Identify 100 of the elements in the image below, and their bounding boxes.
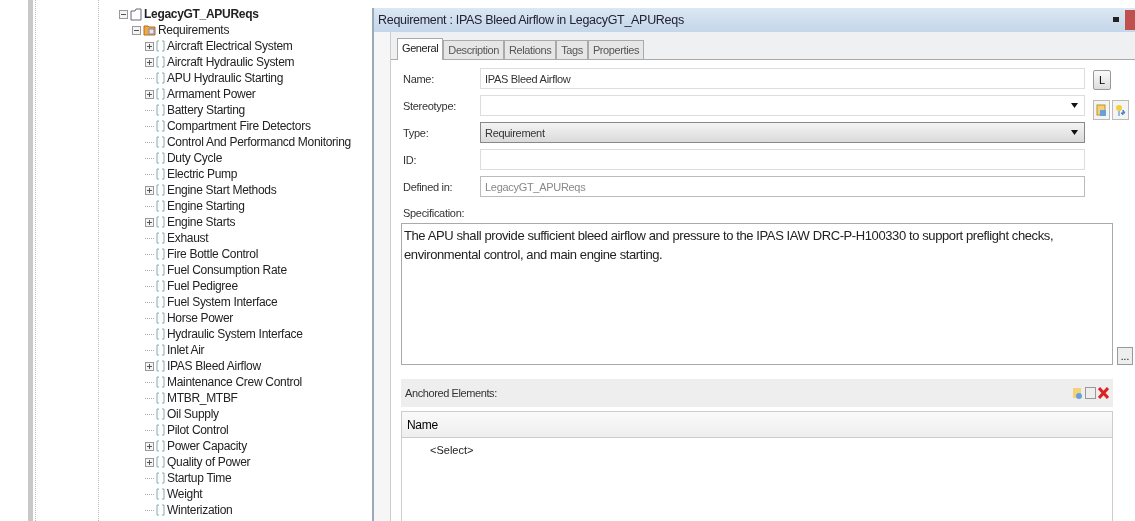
tree-item[interactable]: Duty Cycle [167,151,222,165]
tree-item[interactable]: Exhaust [167,231,209,245]
tree-item[interactable]: Control And Performancd Monitoring [167,135,351,149]
l-button[interactable]: L [1093,70,1111,90]
tree-item[interactable]: Winterization [167,503,233,517]
tree-item[interactable]: Power Capacity [167,439,247,453]
requirement-icon [156,376,165,388]
key-icon[interactable] [1112,100,1129,120]
tree-item[interactable]: Maintenance Crew Control [167,375,302,389]
section-title: Anchored Elements: [405,387,497,399]
tree-item[interactable]: APU Hydraulic Starting [167,71,284,85]
tree-item[interactable]: Requirements [158,23,230,37]
requirement-icon [156,136,165,148]
requirement-icon [156,280,165,292]
table-cell[interactable]: <Select> [402,438,1112,456]
column-header[interactable]: Name [402,412,1112,438]
requirement-icon [156,200,165,212]
tree-item[interactable]: LegacyGT_APUReqs [144,7,259,21]
tree-item[interactable]: Fuel Pedigree [167,279,238,293]
requirement-icon [156,248,165,260]
tree-item[interactable]: Horse Power [167,311,234,325]
tree-item[interactable]: IPAS Bleed Airflow [167,359,261,373]
expand-toggle[interactable] [145,217,154,227]
package-icon [130,7,142,21]
expand-toggle[interactable] [145,57,154,67]
field-label: Type: [403,126,430,139]
requirement-icon [156,472,165,484]
tab[interactable]: Description [443,40,504,59]
requirement-icon [156,232,165,244]
requirement-icon [156,264,165,276]
expand-toggle[interactable] [145,441,154,451]
requirement-icon [156,440,165,452]
more-button[interactable]: ... [1117,347,1133,365]
delete-icon[interactable] [1098,387,1109,399]
panel-title: Requirement : IPAS Bleed Airflow in LegacyGT_APUReqs [378,13,684,27]
text-field[interactable] [480,149,1085,170]
requirement-icon [156,504,165,516]
tab[interactable]: Tags [556,40,588,59]
specification-label: Specification: [402,206,466,221]
requirement-icon [156,72,165,84]
caret-icon [1071,130,1078,135]
collapse-toggle[interactable] [119,9,128,19]
tree-item[interactable]: Engine Starts [167,215,236,229]
tree-item[interactable]: Quality of Power [167,455,251,469]
requirement-icon [156,104,165,116]
tree-item[interactable]: Inlet Air [167,343,205,357]
field-label: ID: [403,153,418,166]
tree-item[interactable]: Engine Starting [167,199,245,213]
requirement-icon [156,424,165,436]
requirement-icon [156,152,165,164]
tree-item[interactable]: Fuel System Interface [167,295,278,309]
requirement-icon [156,56,165,68]
tree-item[interactable]: Startup Time [167,471,232,485]
requirement-icon [156,360,165,372]
tree-item[interactable]: Pilot Control [167,423,229,437]
field-label: Defined in: [403,180,454,193]
tree-item[interactable]: MTBR_MTBF [167,391,238,405]
expand-toggle[interactable] [145,89,154,99]
specification-text-area[interactable]: The APU shall provide sufficient bleed airflow and pressure to the IPAS IAW DRC-P-H100330 to support preflight checks, environmental control, and main engine starting. [401,223,1113,365]
tree-item[interactable]: Weight [167,487,203,501]
requirement-icon [156,168,165,180]
tab[interactable]: General [397,38,444,60]
tree-item[interactable]: Battery Starting [167,103,245,117]
tree-item[interactable]: Fuel Consumption Rate [167,263,287,277]
tree-item[interactable]: Fire Bottle Control [167,247,258,261]
text-field[interactable]: IPAS Bleed Airflow [480,68,1085,89]
folder-icon [143,24,156,36]
dropdown-field[interactable]: Requirement [480,122,1085,143]
collapse-toggle[interactable] [132,25,141,35]
tab[interactable]: Relations [503,40,557,59]
requirement-icon [156,88,165,100]
requirement-icon [156,344,165,356]
expand-toggle[interactable] [145,41,154,51]
expand-toggle[interactable] [145,361,154,371]
field-label: Stereotype: [403,99,457,112]
requirement-icon [156,216,165,228]
pin-icon[interactable] [1113,17,1119,23]
expand-toggle[interactable] [145,185,154,195]
requirement-icon [156,456,165,468]
requirement-icon [156,40,165,52]
tab[interactable]: Properties [587,40,644,59]
tree-item[interactable]: Oil Supply [167,407,219,421]
tree-item[interactable]: Aircraft Hydraulic System [167,55,295,69]
tree-item[interactable]: Electric Pump [167,167,238,181]
tree-item[interactable]: Compartment Fire Detectors [167,119,311,133]
requirement-icon [156,328,165,340]
tree-item[interactable]: Aircraft Electrical System [167,39,293,53]
requirement-icon [156,296,165,308]
tree-item[interactable]: Engine Start Methods [167,183,277,197]
caret-icon [1071,103,1078,108]
requirement-icon [156,184,165,196]
requirement-icon [156,392,165,404]
tree-item[interactable]: Armament Power [167,87,256,101]
field-label: Name: [403,72,435,85]
requirement-icon [156,312,165,324]
requirement-icon [156,408,165,420]
dropdown-field[interactable] [480,95,1085,116]
expand-toggle[interactable] [145,457,154,467]
requirement-icon [156,488,165,500]
tree-item[interactable]: Hydraulic System Interface [167,327,303,341]
